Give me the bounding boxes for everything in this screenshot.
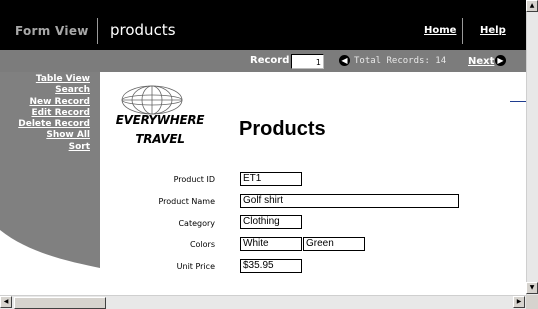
category-field[interactable]: Clothing (240, 215, 302, 229)
sidebar-item-search[interactable]: Search (0, 85, 90, 96)
circle-arrow-left-icon[interactable]: ◀ (339, 55, 350, 66)
scrollbar-thumb[interactable] (14, 297, 106, 309)
color-field[interactable]: Green (303, 237, 365, 251)
view-label: Form View (15, 24, 89, 38)
sidebar-item-sort[interactable]: Sort (0, 142, 90, 153)
page-title: Products (239, 118, 326, 140)
next-record-link[interactable]: Next (468, 56, 494, 67)
product-id-label: Product ID (173, 175, 215, 184)
color-field[interactable]: White (240, 237, 302, 251)
sidebar-nav: Table View Search New Record Edit Record… (0, 74, 90, 153)
unit-price-field[interactable]: $35.95 (240, 259, 302, 273)
decorative-line (510, 101, 526, 102)
record-bar: Record 1 ◀ Total Records: 14 Next ▶ (0, 50, 526, 72)
sidebar-item-show-all[interactable]: Show All (0, 130, 90, 141)
vertical-scrollbar[interactable]: ▲ ▼ (526, 0, 538, 295)
sidebar-item-delete-record[interactable]: Delete Record (0, 119, 90, 130)
unit-price-label: Unit Price (176, 262, 215, 271)
page-name: products (110, 21, 176, 39)
logo-line-1: EVERYWHERE (115, 113, 205, 127)
home-link[interactable]: Home (424, 25, 456, 36)
total-records: Total Records: 14 (354, 56, 447, 66)
help-link[interactable]: Help (480, 25, 506, 36)
record-number-field[interactable]: 1 (291, 54, 324, 69)
scroll-left-icon[interactable]: ◀ (0, 296, 12, 308)
sidebar-item-table-view[interactable]: Table View (0, 74, 90, 85)
product-name-label: Product Name (158, 197, 215, 206)
scroll-right-icon[interactable]: ▶ (513, 296, 525, 308)
sidebar-item-edit-record[interactable]: Edit Record (0, 108, 90, 119)
scroll-down-icon[interactable]: ▼ (526, 282, 538, 294)
company-logo-text: EVERYWHERE TRAVEL (104, 111, 216, 149)
product-id-field[interactable]: ET1 (240, 172, 302, 186)
scrollbar-corner (526, 295, 538, 309)
product-name-field[interactable]: Golf shirt (240, 194, 459, 208)
circle-arrow-right-icon[interactable]: ▶ (495, 55, 506, 66)
colors-label: Colors (189, 240, 215, 249)
scroll-up-icon[interactable]: ▲ (526, 0, 538, 12)
header-divider (462, 18, 463, 44)
sidebar-item-new-record[interactable]: New Record (0, 97, 90, 108)
category-label: Category (178, 219, 215, 228)
horizontal-scrollbar[interactable]: ◀ ▶ (0, 295, 526, 309)
logo-line-2: TRAVEL (135, 132, 185, 146)
browser-viewport: Form View products Home Help Record 1 ◀ … (0, 0, 526, 295)
header-divider (97, 18, 98, 44)
record-label: Record (250, 55, 290, 66)
top-header: Form View products Home Help (0, 0, 526, 50)
